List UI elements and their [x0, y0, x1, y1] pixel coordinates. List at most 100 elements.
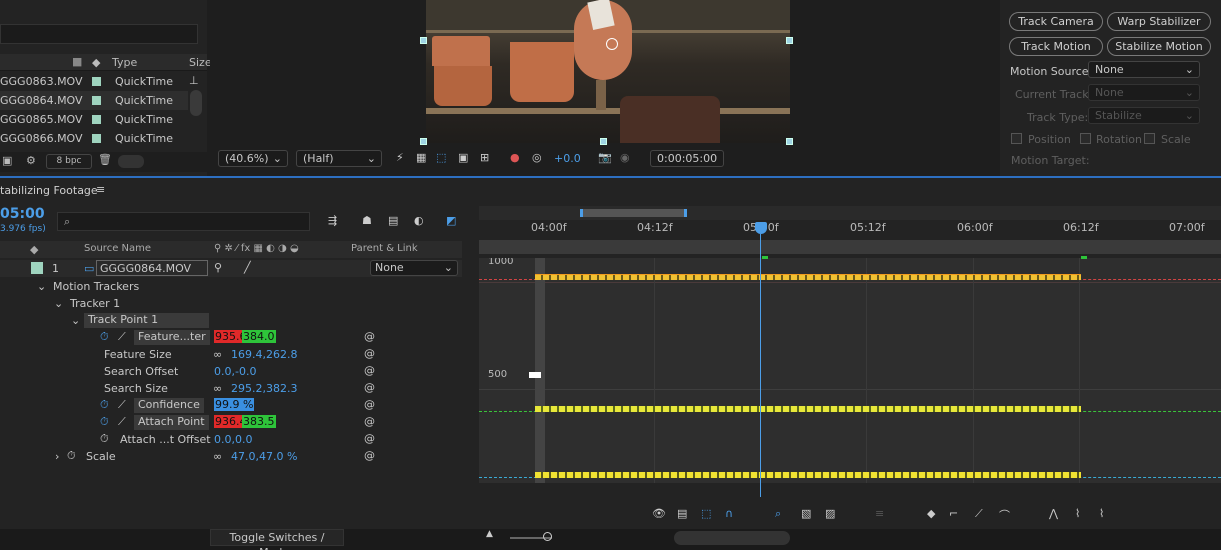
- stopwatch-icon[interactable]: ⏱: [67, 449, 76, 463]
- new-comp-icon[interactable]: ⚙: [26, 154, 36, 167]
- attach-offset-value[interactable]: 0.0,0.0: [214, 433, 252, 446]
- show-properties-icon[interactable]: 👁: [652, 507, 666, 520]
- property-row[interactable]: › ⏱ Scale ∞ 47.0,47.0 % @: [0, 448, 462, 465]
- interpret-footage-icon[interactable]: ▣: [2, 154, 12, 167]
- type-column-header[interactable]: Type: [112, 56, 137, 69]
- property-row[interactable]: ⏱ ⟋ Confidence 99.9 % @: [0, 397, 462, 414]
- chevron-down-icon[interactable]: ⌄: [54, 297, 63, 310]
- quality-switch-icon[interactable]: ╱: [244, 261, 251, 274]
- timeline-search-input[interactable]: ⌕: [57, 212, 310, 231]
- timeline-tab-title[interactable]: tabilizing Footage: [0, 184, 98, 197]
- playhead-icon[interactable]: [755, 222, 767, 234]
- graph-editor-icon[interactable]: ◩: [446, 214, 456, 227]
- label-color-swatch[interactable]: [31, 262, 43, 274]
- tag-column-icon[interactable]: ◆: [92, 56, 100, 69]
- show-snapshot-icon[interactable]: ◉: [620, 151, 630, 164]
- edit-keyframe-icon[interactable]: ◆: [927, 507, 935, 520]
- project-search-input[interactable]: [0, 24, 198, 44]
- expression-pickwhip-icon[interactable]: @: [364, 432, 375, 445]
- list-item[interactable]: GGG0865.MOV QuickTime: [0, 110, 188, 129]
- property-row[interactable]: Search Offset 0.0,-0.0 @: [0, 363, 462, 380]
- resolution-dropdown[interactable]: (Half) ⌄: [296, 150, 382, 167]
- auto-bezier-icon[interactable]: ⌒: [999, 507, 1010, 523]
- stopwatch-icon[interactable]: ⏱: [100, 415, 109, 429]
- expression-pickwhip-icon[interactable]: @: [364, 330, 375, 343]
- auto-zoom-icon[interactable]: ⌕: [775, 507, 781, 521]
- easy-ease-out-icon[interactable]: ⌇: [1099, 507, 1104, 520]
- list-item[interactable]: GGG0864.MOV QuickTime: [0, 91, 188, 110]
- feature-center-y[interactable]: 384.0: [242, 330, 276, 343]
- easy-ease-in-icon[interactable]: ⌇: [1075, 507, 1080, 520]
- track-point-group[interactable]: ⌄ Track Point 1: [0, 312, 462, 329]
- search-size-value[interactable]: 295.2,382.3: [231, 382, 297, 395]
- feature-size-value[interactable]: 169.4,262.8: [231, 348, 297, 361]
- label-column-icon[interactable]: ■: [72, 55, 84, 68]
- label-color-swatch[interactable]: [92, 96, 101, 105]
- link-icon[interactable]: ∞: [213, 348, 222, 361]
- shy-switch-icon[interactable]: ⚲: [214, 261, 222, 274]
- toggle-switches-modes-button[interactable]: Toggle Switches / Modes: [210, 529, 344, 550]
- graph-options-icon[interactable]: ▤: [677, 507, 687, 520]
- expression-pickwhip-icon[interactable]: @: [364, 381, 375, 394]
- parent-link-header[interactable]: Parent & Link: [351, 243, 418, 254]
- stabilize-motion-button[interactable]: Stabilize Motion: [1107, 37, 1211, 56]
- fast-preview-icon[interactable]: ⚡: [396, 151, 404, 164]
- size-column-header[interactable]: Size: [189, 56, 212, 69]
- anchor-point-icon[interactable]: [606, 38, 618, 50]
- transform-box-icon[interactable]: ⬚: [701, 507, 711, 520]
- graph-icon[interactable]: ⟋: [118, 330, 126, 344]
- mask-visibility-icon[interactable]: ⬚: [436, 151, 446, 164]
- layer-name[interactable]: GGGG0864.MOV: [96, 260, 208, 276]
- linear-keyframe-icon[interactable]: ⟋: [975, 507, 983, 521]
- layer-row[interactable]: 1 ▭ GGGG0864.MOV ⚲ ╱ None ⌄: [0, 260, 462, 277]
- warp-stabilizer-button[interactable]: Warp Stabilizer: [1107, 12, 1211, 31]
- link-icon[interactable]: ∞: [213, 382, 222, 395]
- layer-handle[interactable]: [600, 138, 607, 145]
- flowchart-icon[interactable]: ⊥: [189, 74, 199, 87]
- stopwatch-icon[interactable]: ⏱: [100, 330, 109, 344]
- confidence-curve[interactable]: [535, 472, 1081, 478]
- easy-ease-icon[interactable]: ⋀: [1049, 507, 1058, 520]
- graph-scale-handle[interactable]: [529, 372, 541, 378]
- track-type-dropdown[interactable]: Stabilize ⌄: [1088, 107, 1200, 124]
- label-column-icon[interactable]: ◆: [30, 243, 38, 256]
- track-camera-button[interactable]: Track Camera: [1009, 12, 1103, 31]
- layer-handle[interactable]: [786, 138, 793, 145]
- list-item[interactable]: GGG0866.MOV QuickTime: [0, 129, 188, 148]
- property-row[interactable]: ⏱ ⟋ Feature...ter 935.6 384.0 @: [0, 329, 462, 346]
- property-row[interactable]: ⏱ ⟋ Attach Point 936.4 383.5 @: [0, 414, 462, 431]
- panel-menu-icon[interactable]: ≡: [96, 183, 105, 196]
- composition-viewer[interactable]: [210, 0, 997, 147]
- x-position-curve[interactable]: [535, 274, 1081, 280]
- zoom-slider-handle[interactable]: [543, 532, 552, 541]
- graph-editor[interactable]: 1000 500: [479, 258, 1221, 483]
- graph-icon[interactable]: ⟋: [118, 398, 126, 412]
- label-color-swatch[interactable]: [92, 77, 101, 86]
- scroll-bar[interactable]: [479, 240, 1221, 254]
- property-row[interactable]: ⏱ Attach ...t Offset 0.0,0.0 @: [0, 431, 462, 448]
- exposure-value[interactable]: +0.0: [554, 152, 581, 165]
- timeline-scrollbar[interactable]: [674, 531, 790, 545]
- current-track-dropdown[interactable]: None ⌄: [1088, 84, 1200, 101]
- y-position-curve[interactable]: [535, 406, 1081, 412]
- label-color-swatch[interactable]: [92, 115, 101, 124]
- expression-pickwhip-icon[interactable]: @: [364, 347, 375, 360]
- layer-handle[interactable]: [420, 37, 427, 44]
- bpc-button[interactable]: 8 bpc: [46, 154, 92, 169]
- expression-pickwhip-icon[interactable]: @: [364, 398, 375, 411]
- confidence-value[interactable]: 99.9 %: [214, 398, 255, 411]
- position-checkbox[interactable]: [1011, 133, 1022, 144]
- time-ruler[interactable]: 04:00f 04:12f 05:00f 05:12f 06:00f 06:12…: [479, 220, 1221, 238]
- shy-layers-icon[interactable]: ☗: [362, 214, 372, 227]
- current-time-field[interactable]: 0:00:05:00: [650, 150, 724, 167]
- chevron-down-icon[interactable]: ⌄: [37, 280, 46, 293]
- snapshot-icon[interactable]: 📷: [598, 151, 612, 164]
- label-color-swatch[interactable]: [92, 134, 101, 143]
- comp-flowchart-icon[interactable]: ⇶: [328, 214, 337, 227]
- transparency-grid-icon[interactable]: ▦: [416, 151, 426, 164]
- track-motion-button[interactable]: Track Motion: [1009, 37, 1103, 56]
- source-name-header[interactable]: Source Name: [84, 243, 151, 254]
- trash-icon[interactable]: 🗑: [98, 153, 112, 166]
- rotation-checkbox[interactable]: [1080, 133, 1091, 144]
- switches-header[interactable]: ⚲ ✲ ⁄ fx ▦ ◐ ◑ ◒: [214, 243, 299, 254]
